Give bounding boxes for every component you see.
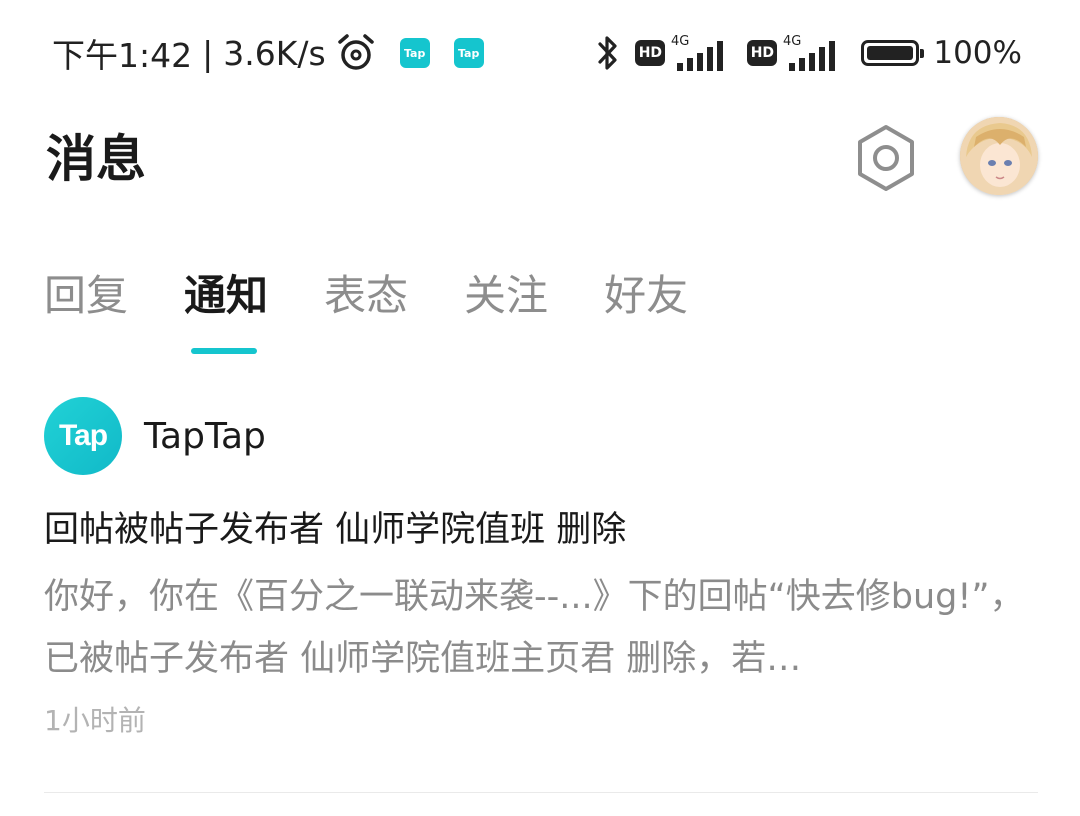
hd-volte-icon: HD: [747, 40, 778, 66]
user-avatar-image: [960, 117, 1038, 195]
status-bar-right: HD 4G HD 4G 100%: [595, 28, 1022, 78]
notification-header: Tap TapTap: [44, 396, 1038, 476]
bluetooth-icon: [598, 36, 617, 70]
battery-icon: [861, 40, 925, 66]
battery-percent: 100%: [933, 35, 1022, 71]
active-tab-indicator: [191, 348, 257, 354]
notification-sender[interactable]: TapTap: [144, 416, 266, 457]
tab-notifications[interactable]: 通知: [184, 266, 268, 326]
hd-volte-icon: HD: [635, 40, 666, 66]
status-separator: |: [202, 33, 214, 73]
signal-icon: 4G: [671, 34, 724, 71]
battery-fill: [867, 46, 914, 60]
tab-reply[interactable]: 回复: [44, 266, 128, 326]
status-time: 下午1:42: [52, 36, 193, 75]
notification-title: 回帖被帖子发布者 仙师学院值班 删除: [44, 510, 627, 550]
message-tabs: 回复 通知 表态 关注 好友: [44, 266, 744, 326]
tab-reactions[interactable]: 表态: [324, 266, 408, 326]
tab-friends[interactable]: 好友: [604, 266, 688, 326]
tab-follows[interactable]: 关注: [464, 266, 548, 326]
notification-body: 你好，你在《百分之一联动来袭--...》下的回帖“快去修bug!”，已被帖子发布…: [44, 577, 1025, 679]
svg-text:4G: 4G: [671, 34, 689, 49]
taptap-logo-icon[interactable]: Tap: [44, 397, 122, 475]
status-bar-left: 下午1:42 | 3.6K/s Tap Tap: [52, 28, 484, 78]
hexagon-settings-icon: [858, 125, 914, 191]
notification-time: 1小时前: [44, 704, 146, 737]
settings-button[interactable]: [852, 122, 920, 194]
status-bar: 下午1:42 | 3.6K/s Tap Tap HD 4G HD 4G 100%: [0, 0, 1080, 104]
alarm-icon: [337, 34, 374, 70]
notification-item[interactable]: Tap TapTap 回帖被帖子发布者 仙师学院值班 删除 你好，你在《百分之一…: [44, 396, 1038, 746]
page-title: 消息: [46, 130, 146, 188]
list-divider: [44, 792, 1038, 793]
taptap-notification-icon: Tap: [399, 38, 430, 68]
avatar[interactable]: [960, 117, 1038, 195]
svg-text:4G: 4G: [783, 34, 801, 49]
signal-icon: 4G: [783, 34, 836, 71]
status-net-speed: 3.6K/s: [223, 33, 326, 73]
taptap-notification-icon: Tap: [453, 38, 484, 68]
